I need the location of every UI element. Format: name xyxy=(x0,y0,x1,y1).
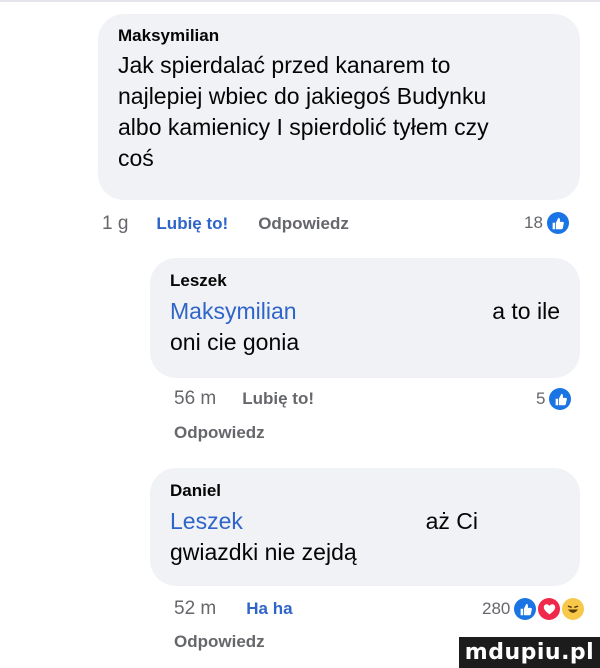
like-icon xyxy=(514,598,537,620)
comment-text-fragment: aż Ci xyxy=(425,508,478,534)
comment-author[interactable]: Daniel xyxy=(170,480,560,502)
comment-text: Leszek aż Ci gwiazdki nie zejdą xyxy=(170,506,560,568)
comment-bubble: Maksymilian Jak spierdalać przed kanarem… xyxy=(98,14,580,200)
comment-author[interactable]: Leszek xyxy=(170,270,560,292)
reaction-count: 18 xyxy=(524,213,543,232)
comment-meta-reply: Odpowiedz xyxy=(174,423,265,443)
comment-text-line: Maksymilian a to ile xyxy=(170,296,560,327)
watermark-logo: mdupiu.pl xyxy=(459,637,600,668)
reply-button[interactable]: Odpowiedz xyxy=(258,214,349,234)
top-divider xyxy=(0,0,600,2)
haha-button[interactable]: Ha ha xyxy=(246,599,292,619)
reaction-count: 5 xyxy=(536,389,546,408)
comment-author[interactable]: Maksymilian xyxy=(118,25,560,47)
comment-text-line: coś xyxy=(118,145,154,171)
love-icon xyxy=(538,598,561,620)
comment-text-line: Leszek aż Ci xyxy=(170,506,560,537)
reaction-summary[interactable]: 5 xyxy=(536,388,572,410)
reply-button[interactable]: Odpowiedz xyxy=(174,423,265,443)
reply-button[interactable]: Odpowiedz xyxy=(174,632,265,652)
comment-bubble: Leszek Maksymilian a to ile oni cie goni… xyxy=(150,258,580,378)
comment-time[interactable]: 52 m xyxy=(174,598,216,620)
mention-link[interactable]: Leszek xyxy=(170,506,243,537)
comment-text-line: gwiazdki nie zejdą xyxy=(170,539,357,565)
mention-link[interactable]: Maksymilian xyxy=(170,296,297,327)
reaction-count: 280 xyxy=(482,599,511,618)
like-button[interactable]: Lubię to! xyxy=(156,214,228,234)
comment-text-line: Jak spierdalać przed kanarem to xyxy=(118,52,451,78)
reaction-summary[interactable]: 18 xyxy=(524,212,569,234)
comment-bubble: Daniel Leszek aż Ci gwiazdki nie zejdą xyxy=(150,468,580,586)
comment-text-line: najlepiej wbiec do jakiegoś Budynku xyxy=(118,83,487,109)
like-icon xyxy=(549,388,572,410)
haha-icon xyxy=(562,598,585,620)
comment-time[interactable]: 56 m xyxy=(174,388,216,410)
comment-time[interactable]: 1 g xyxy=(102,213,128,235)
comment-meta: 56 m Lubię to! xyxy=(174,388,314,410)
like-button[interactable]: Lubię to! xyxy=(242,389,314,409)
comment-meta-reply: Odpowiedz xyxy=(174,632,265,652)
comment-text-line: albo kamienicy I spierdolić tyłem czy xyxy=(118,114,489,140)
reaction-summary[interactable]: 280 xyxy=(482,598,585,620)
comment-text-fragment: a to ile xyxy=(492,298,560,324)
comment-text: Maksymilian a to ile oni cie gonia xyxy=(170,296,560,358)
comment-text-line: oni cie gonia xyxy=(170,329,300,355)
like-icon xyxy=(546,212,569,234)
comment-meta: 52 m Ha ha xyxy=(174,598,293,620)
comment-meta: 1 g Lubię to! Odpowiedz xyxy=(102,213,349,235)
comment-text: Jak spierdalać przed kanarem to najlepie… xyxy=(118,50,560,174)
